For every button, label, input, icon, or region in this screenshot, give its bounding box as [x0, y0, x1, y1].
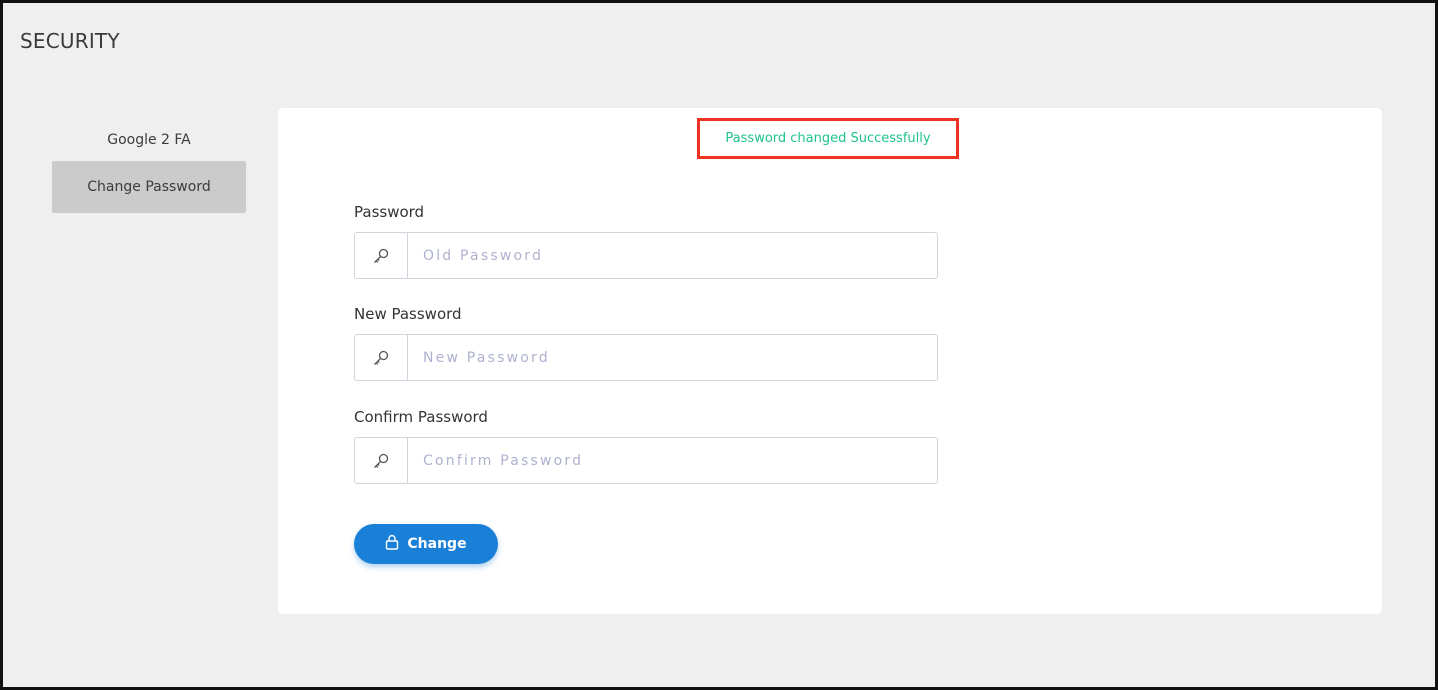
confirm-password-label: Confirm Password: [354, 408, 488, 426]
page-title: SECURITY: [20, 29, 120, 53]
sidebar-item-change-password[interactable]: Change Password: [52, 161, 246, 213]
app-frame: SECURITY Google 2 FA Change Password Pas…: [0, 0, 1438, 690]
confirm-password-field: [354, 437, 938, 484]
password-label: Password: [354, 203, 425, 221]
change-password-card: Password changed Successfully Password N…: [278, 108, 1382, 614]
confirm-password-input[interactable]: [408, 438, 937, 483]
lock-icon: [385, 534, 399, 554]
new-password-field: [354, 334, 938, 381]
change-button-label: Change: [407, 536, 467, 552]
old-password-input[interactable]: [408, 233, 937, 278]
sidebar-item-google-2fa[interactable]: Google 2 FA: [52, 114, 246, 166]
new-password-input[interactable]: [408, 335, 937, 380]
sidebar-item-label: Google 2 FA: [107, 132, 191, 148]
new-password-label: New Password: [354, 305, 462, 323]
success-message-text: Password changed Successfully: [725, 131, 931, 146]
key-icon: [355, 335, 408, 380]
change-button[interactable]: Change: [354, 524, 498, 564]
old-password-field: [354, 232, 938, 279]
key-icon: [355, 233, 408, 278]
key-icon: [355, 438, 408, 483]
success-message: Password changed Successfully: [697, 118, 959, 159]
sidebar-item-label: Change Password: [87, 179, 211, 195]
